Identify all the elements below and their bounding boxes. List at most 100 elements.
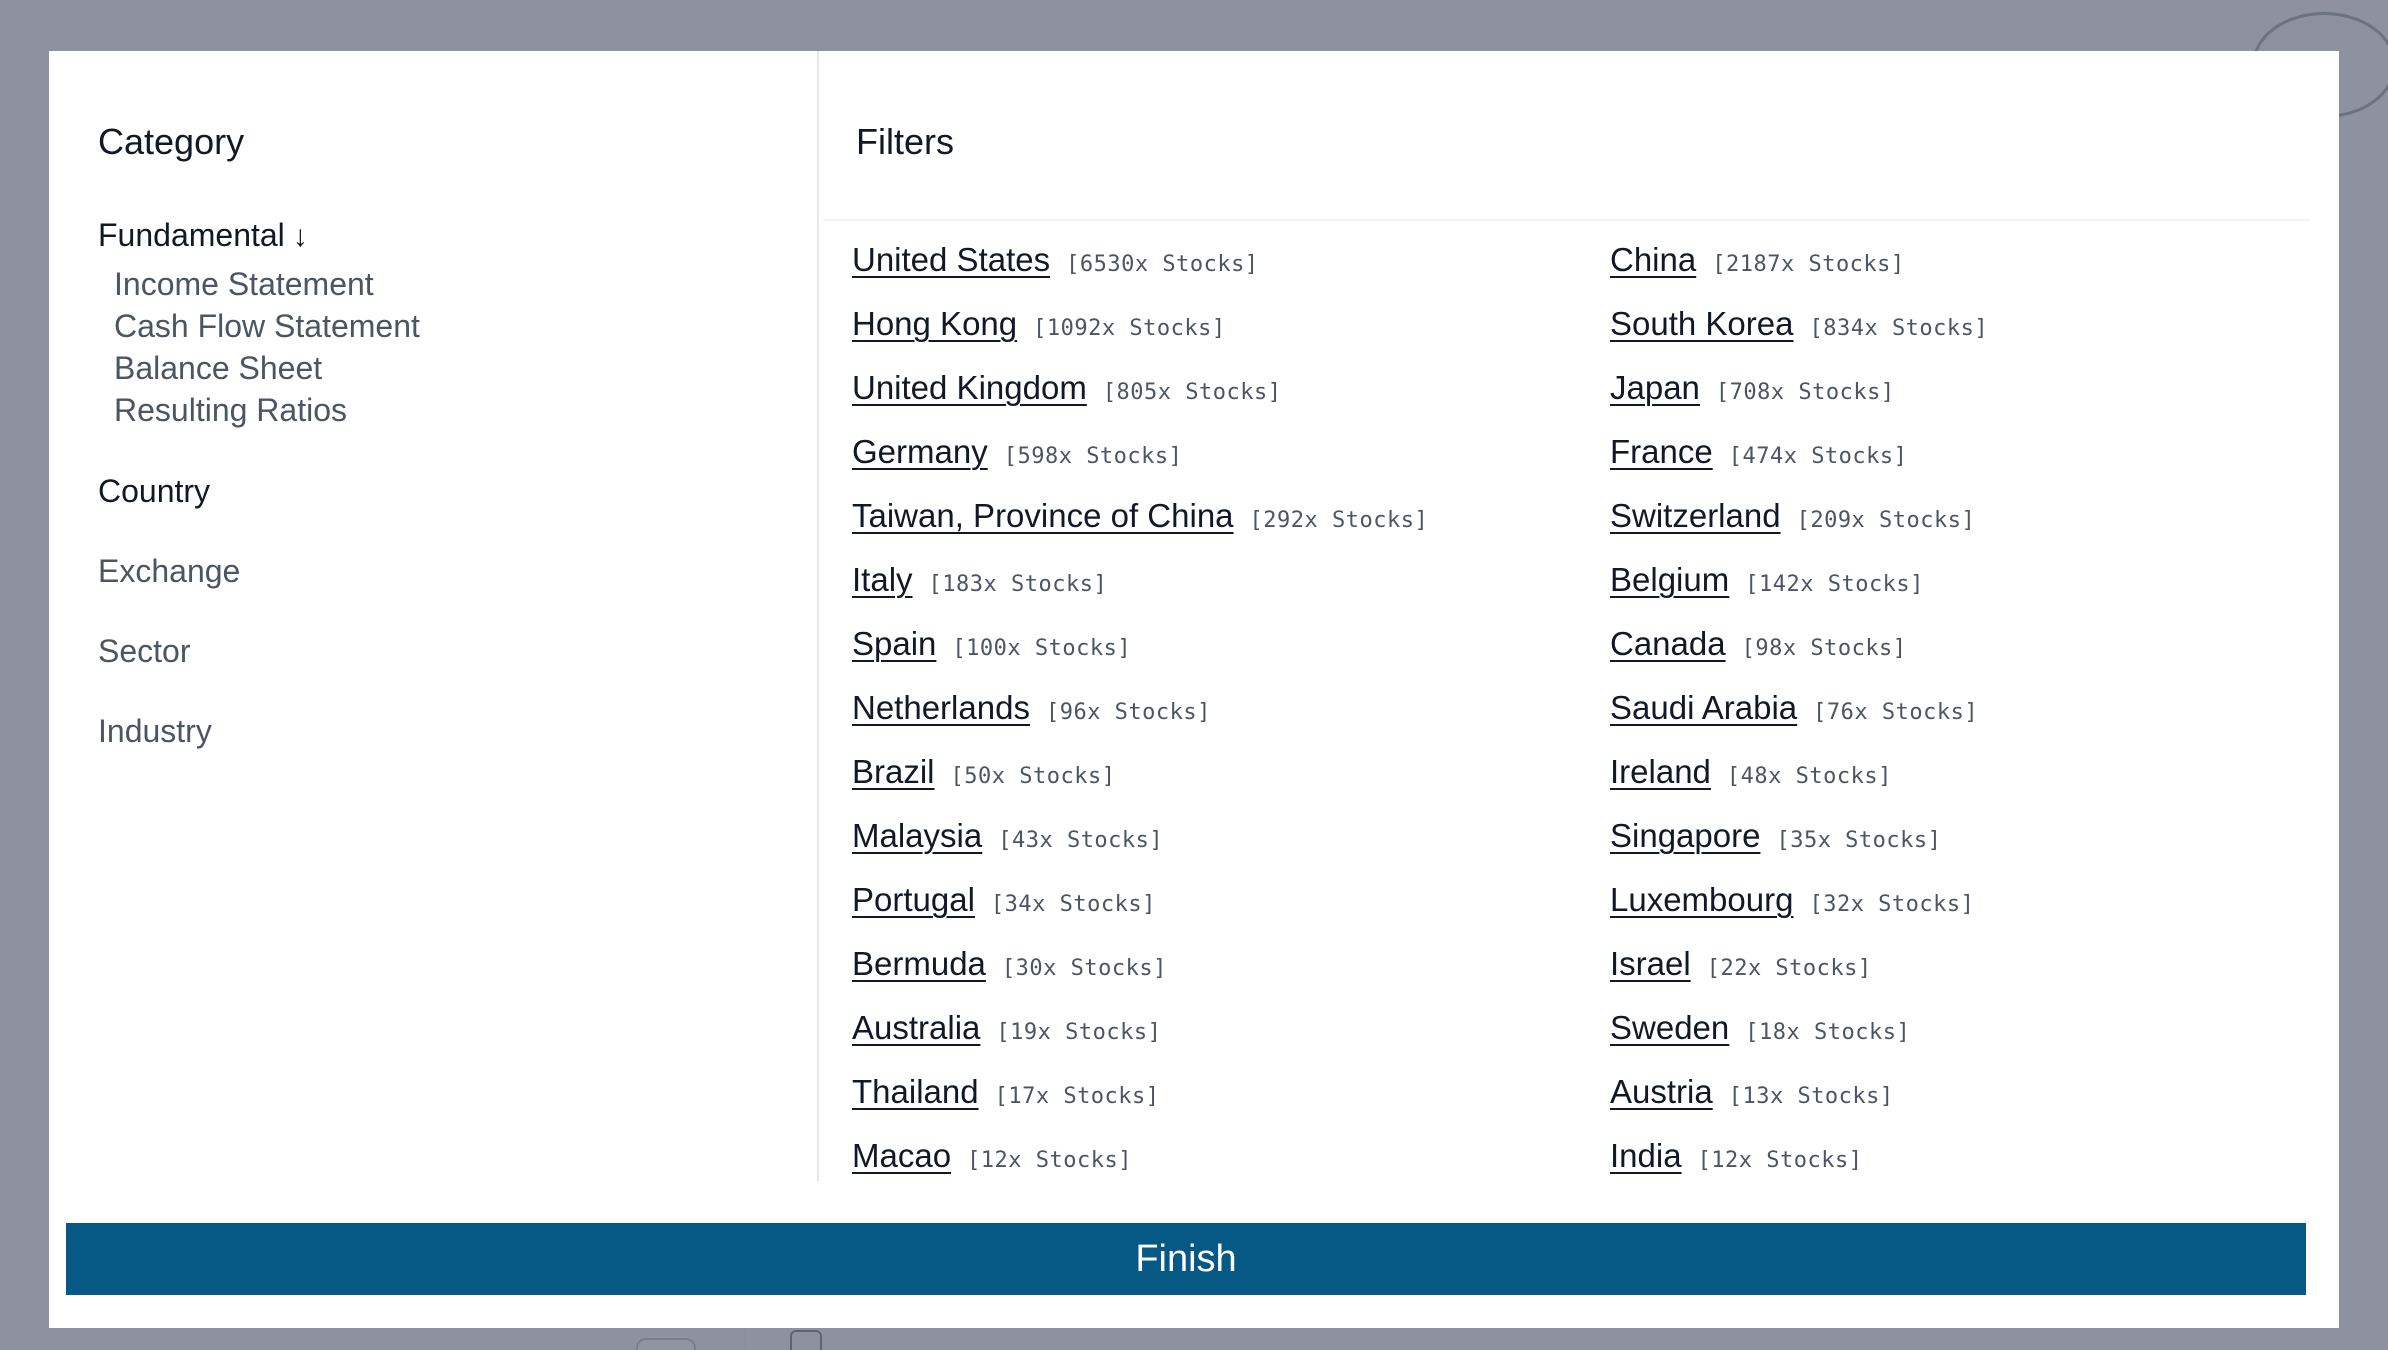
stock-count: [48x Stocks] (1726, 764, 1892, 789)
category-item-label: Fundamental (98, 217, 285, 253)
country-link[interactable]: India (1610, 1137, 1682, 1175)
country-link[interactable]: Sweden (1610, 1009, 1729, 1047)
country-link[interactable]: Taiwan, Province of China (852, 497, 1234, 535)
filter-option-austria: Austria [13x Stocks] (1610, 1073, 2310, 1137)
subcategory-item-cash-flow-statement[interactable]: Cash Flow Statement (114, 305, 420, 347)
stock-count: [32x Stocks] (1809, 892, 1975, 917)
filter-option-switzerland: Switzerland [209x Stocks] (1610, 497, 2310, 561)
filter-option-macao: Macao [12x Stocks] (852, 1137, 1610, 1201)
category-item-exchange[interactable]: Exchange (98, 531, 420, 611)
stock-count: [19x Stocks] (996, 1020, 1162, 1045)
category-item-label: Sector (98, 633, 191, 669)
filter-option-united-states: United States [6530x Stocks] (852, 241, 1610, 305)
category-item-industry[interactable]: Industry (98, 691, 420, 771)
filter-option-thailand: Thailand [17x Stocks] (852, 1073, 1610, 1137)
category-list: Fundamental ↓ Income Statement Cash Flow St… (98, 207, 420, 771)
filter-option-south-korea: South Korea [834x Stocks] (1610, 305, 2310, 369)
country-link[interactable]: South Korea (1610, 305, 1793, 343)
country-link[interactable]: France (1610, 433, 1713, 471)
country-link[interactable]: Italy (852, 561, 913, 599)
stock-count: [43x Stocks] (998, 828, 1164, 853)
country-link[interactable]: Brazil (852, 753, 935, 791)
subcategory-item-balance-sheet[interactable]: Balance Sheet (114, 347, 420, 389)
stock-count: [76x Stocks] (1813, 700, 1979, 725)
country-link[interactable]: Thailand (852, 1073, 979, 1111)
stock-count: [1092x Stocks] (1033, 316, 1226, 341)
category-item-label: Industry (98, 713, 212, 749)
country-link[interactable]: Macao (852, 1137, 951, 1175)
country-link[interactable]: Portugal (852, 881, 975, 919)
stock-count: [30x Stocks] (1001, 956, 1167, 981)
country-link[interactable]: Spain (852, 625, 936, 663)
filter-option-australia: Australia [19x Stocks] (852, 1009, 1610, 1073)
country-link[interactable]: Austria (1610, 1073, 1713, 1111)
stock-count: [805x Stocks] (1102, 380, 1282, 405)
country-link[interactable]: Bermuda (852, 945, 986, 983)
stock-count: [98x Stocks] (1741, 636, 1907, 661)
filter-option-ireland: Ireland [48x Stocks] (1610, 753, 2310, 817)
filter-option-bermuda: Bermuda [30x Stocks] (852, 945, 1610, 1009)
filter-option-brazil: Brazil [50x Stocks] (852, 753, 1610, 817)
filters-header: Filters (823, 51, 2311, 221)
subcategory-item-resulting-ratios[interactable]: Resulting Ratios (114, 389, 420, 431)
filter-option-india: India [12x Stocks] (1610, 1137, 2310, 1201)
filter-modal: Category Fundamental ↓ Income Statement Cas… (49, 51, 2339, 1328)
category-item-fundamental[interactable]: Fundamental ↓ (98, 207, 420, 263)
category-panel: Category Fundamental ↓ Income Statement Cas… (49, 51, 819, 1181)
country-link[interactable]: Netherlands (852, 689, 1030, 727)
filter-option-singapore: Singapore [35x Stocks] (1610, 817, 2310, 881)
filter-option-taiwan-province-of-china: Taiwan, Province of China [292x Stocks] (852, 497, 1610, 561)
country-link[interactable]: Hong Kong (852, 305, 1017, 343)
arrow-down-icon: ↓ (292, 220, 308, 253)
stock-count: [22x Stocks] (1706, 956, 1872, 981)
stock-count: [50x Stocks] (950, 764, 1116, 789)
country-link[interactable]: Israel (1610, 945, 1691, 983)
filter-option-canada: Canada [98x Stocks] (1610, 625, 2310, 689)
filter-options-grid: United States [6530x Stocks] China [2187x S… (852, 241, 2312, 1201)
filter-option-luxembourg: Luxembourg [32x Stocks] (1610, 881, 2310, 945)
stock-count: [35x Stocks] (1776, 828, 1942, 853)
filter-option-israel: Israel [22x Stocks] (1610, 945, 2310, 1009)
country-link[interactable]: Japan (1610, 369, 1700, 407)
country-link[interactable]: United Kingdom (852, 369, 1087, 407)
country-link[interactable]: Luxembourg (1610, 881, 1793, 919)
finish-button[interactable]: Finish (66, 1223, 2306, 1295)
country-link[interactable]: Belgium (1610, 561, 1729, 599)
country-link[interactable]: Canada (1610, 625, 1726, 663)
country-link[interactable]: Ireland (1610, 753, 1711, 791)
category-item-country[interactable]: Country (98, 451, 420, 531)
stock-count: [6530x Stocks] (1066, 252, 1259, 277)
country-link[interactable]: Malaysia (852, 817, 982, 855)
category-item-sector[interactable]: Sector (98, 611, 420, 691)
stock-count: [598x Stocks] (1003, 444, 1183, 469)
stock-count: [183x Stocks] (928, 572, 1108, 597)
filter-option-japan: Japan [708x Stocks] (1610, 369, 2310, 433)
stock-count: [2187x Stocks] (1712, 252, 1905, 277)
category-item-label: Country (98, 473, 211, 509)
country-link[interactable]: Australia (852, 1009, 980, 1047)
country-link[interactable]: China (1610, 241, 1696, 279)
subcategory-item-income-statement[interactable]: Income Statement (114, 263, 420, 305)
country-link[interactable]: Saudi Arabia (1610, 689, 1797, 727)
filter-option-netherlands: Netherlands [96x Stocks] (852, 689, 1610, 753)
stock-count: [292x Stocks] (1249, 508, 1429, 533)
category-item-label: Exchange (98, 553, 241, 589)
stock-count: [12x Stocks] (1697, 1148, 1863, 1173)
country-link[interactable]: Germany (852, 433, 988, 471)
country-link[interactable]: Switzerland (1610, 497, 1781, 535)
stock-count: [96x Stocks] (1045, 700, 1211, 725)
stock-count: [13x Stocks] (1728, 1084, 1894, 1109)
filter-option-united-kingdom: United Kingdom [805x Stocks] (852, 369, 1610, 433)
filter-option-germany: Germany [598x Stocks] (852, 433, 1610, 497)
filters-panel: Filters United States [6530x Stocks] China… (819, 51, 2339, 1181)
filter-option-belgium: Belgium [142x Stocks] (1610, 561, 2310, 625)
filter-option-sweden: Sweden [18x Stocks] (1610, 1009, 2310, 1073)
country-link[interactable]: United States (852, 241, 1050, 279)
stock-count: [100x Stocks] (952, 636, 1132, 661)
stock-count: [142x Stocks] (1745, 572, 1924, 597)
country-link[interactable]: Singapore (1610, 817, 1760, 855)
stock-count: [708x Stocks] (1715, 380, 1895, 405)
filter-option-portugal: Portugal [34x Stocks] (852, 881, 1610, 945)
stock-count: [474x Stocks] (1728, 444, 1908, 469)
category-heading: Category (98, 121, 245, 162)
